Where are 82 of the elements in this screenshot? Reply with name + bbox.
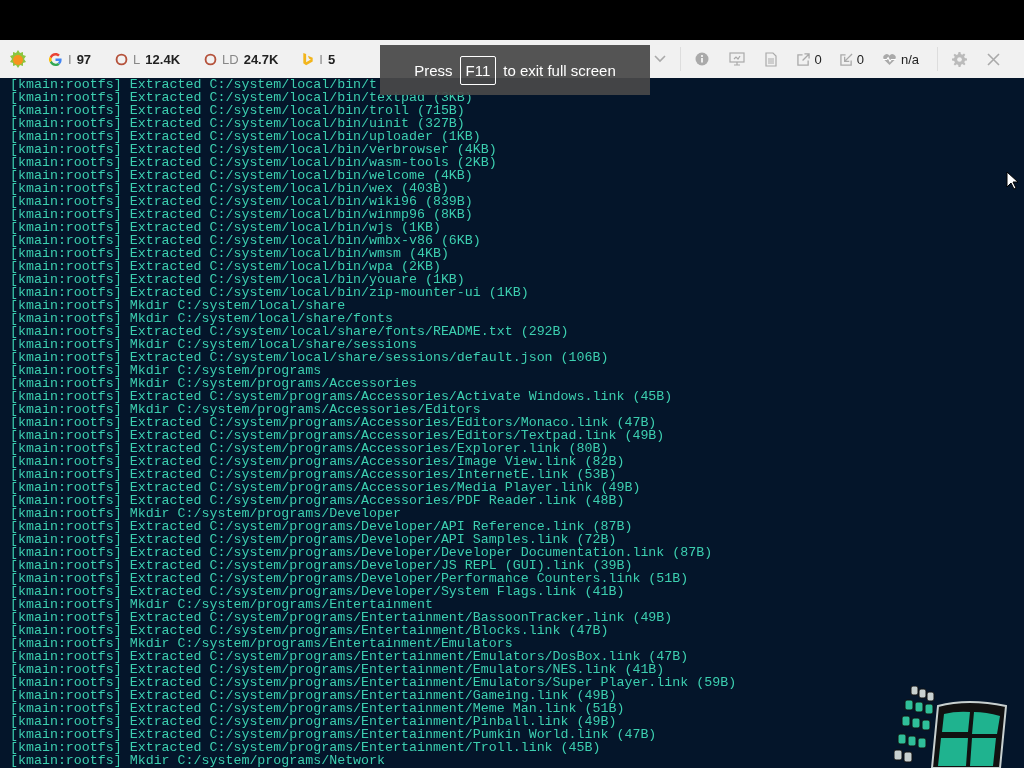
notice-text: Press	[414, 61, 453, 79]
log-line: [kmain:rootfs] Mkdir C:/system/programs/Entertainment/Emulators	[10, 637, 513, 650]
monitor-icon[interactable]	[729, 52, 746, 66]
info-icon[interactable]	[695, 52, 710, 66]
log-line: [kmain:rootfs] Mkdir C:/system/local/share/sessions	[10, 338, 417, 351]
metric-value: 12.4K	[145, 51, 181, 67]
metric-value: 5	[328, 51, 336, 67]
notice-text: to exit full screen	[503, 61, 616, 79]
log-line: [kmain:rootfs] Extracted C:/system/programs/Entertainment/Pumkin World.link (47B)	[10, 728, 657, 741]
log-line: [kmain:rootfs] Extracted C:/system/local/bin/wex (403B)	[10, 182, 449, 195]
log-line: [kmain:rootfs] Mkdir C:/system/programs/Accessories	[10, 377, 417, 390]
log-line: [kmain:rootfs] Extracted C:/system/programs/Entertainment/Emulators/Super Player.link (59B)	[10, 676, 737, 689]
log-line: [kmain:rootfs] Extracted C:/system/programs/Entertainment/Emulators/DosBox.link (47B)	[10, 650, 689, 663]
log-line: [kmain:rootfs] Extracted C:/system/programs/Accessories/Activate Windows.link (45B)	[10, 390, 673, 403]
log-line: [kmain:rootfs] Extracted C:/system/programs/Entertainment/Gameing.link (49B)	[10, 689, 617, 702]
settings-icon[interactable]	[952, 51, 967, 67]
logo-icon[interactable]	[8, 49, 28, 69]
log-line: [kmain:rootfs] Extracted C:/system/local/bin/youare (1KB)	[10, 273, 465, 286]
key-label: F11	[459, 55, 497, 85]
log-line: [kmain:rootfs] Extracted C:/system/local/share/fonts/README.txt (292B)	[10, 325, 569, 338]
log-line: [kmain:rootfs] Extracted C:/system/programs/Accessories/Media Player.link (49B)	[10, 481, 641, 494]
log-line: [kmain:rootfs] Mkdir C:/system/programs/Accessories/Editors	[10, 403, 481, 416]
log-line: [kmain:rootfs] Extracted C:/system/local/share/sessions/default.json (106B)	[10, 351, 609, 364]
log-line: [kmain:rootfs] Extracted C:/system/local/bin/wmbx-v86 (6KB)	[10, 234, 481, 247]
log-line: [kmain:rootfs] Extracted C:/system/programs/Developer/System Flags.link (41B)	[10, 585, 625, 598]
heartbeat-icon[interactable]	[881, 52, 897, 66]
log-line: [kmain:rootfs] Extracted C:/system/programs/Accessories/Explorer.link (80B)	[10, 442, 609, 455]
close-icon[interactable]	[987, 52, 1000, 66]
log-line: [kmain:rootfs] Mkdir C:/system/local/share	[10, 299, 346, 312]
log-line: [kmain:rootfs] Extracted C:/system/programs/Entertainment/BassoonTracker.link (49B)	[10, 611, 673, 624]
log-line: [kmain:rootfs] Extracted C:/system/local/bin/verbrowser (4KB)	[10, 143, 497, 156]
log-line: [kmain:rootfs] Extracted C:/system/programs/Entertainment/Emulators/NES.link (41B)	[10, 663, 665, 676]
log-line: [kmain:rootfs] Extracted C:/system/programs/Entertainment/Pinball.link (49B)	[10, 715, 617, 728]
log-line: [kmain:rootfs] Extracted C:/system/programs/Developer/JS REPL (GUI).link (39B)	[10, 559, 633, 572]
log-line: [kmain:rootfs] Extracted C:/system/local/bin/welcome (4KB)	[10, 169, 473, 182]
metric-label: L	[133, 51, 141, 67]
log-line: [kmain:rootfs] Extracted C:/system/programs/Developer/Performance Counters.link (51B)	[10, 572, 689, 585]
log-line: [kmain:rootfs] Extracted C:/system/programs/Developer/Developer Documentation.link (87B)	[10, 546, 713, 559]
log-line: [kmain:rootfs] Mkdir C:/system/programs/Entertainment	[10, 598, 433, 611]
metric-label: I	[319, 51, 323, 67]
log-line: [kmain:rootfs] Mkdir C:/system/programs	[10, 364, 322, 377]
log-line: [kmain:rootfs] Extracted C:/system/programs/Entertainment/Blocks.link (47B)	[10, 624, 609, 637]
log-line: [kmain:rootfs] Extracted C:/system/programs/Accessories/Editors/Monaco.link (47B)	[10, 416, 657, 429]
log-line: [kmain:rootfs] Extracted C:/system/programs/Accessories/Image View.link (82B)	[10, 455, 625, 468]
ring-icon	[204, 52, 218, 66]
log-line: [kmain:rootfs] Extracted C:/system/local/bin/uinit (327B)	[10, 117, 465, 130]
log-line: [kmain:rootfs] Extracted C:/system/local/bin/uploader (1KB)	[10, 130, 481, 143]
log-line: [kmain:rootfs] Extracted C:/system/local/bin/wpa (2KB)	[10, 260, 441, 273]
log-line: [kmain:rootfs] Extracted C:/system/programs/Accessories/Editors/Textpad.link (49B)	[10, 429, 665, 442]
metric-label: LD	[222, 51, 239, 67]
chevron-down-icon[interactable]	[654, 55, 667, 63]
document-icon[interactable]	[765, 51, 778, 67]
external-link-icon[interactable]	[797, 52, 811, 66]
log-line: [kmain:rootfs] Extracted C:/system/local/bin/wjs (1KB)	[10, 221, 441, 234]
log-line: [kmain:rootfs] Extracted C:/system/programs/Accessories/InternetE.link (53B)	[10, 468, 617, 481]
google-g-icon	[48, 51, 63, 67]
metric-label: I	[68, 51, 72, 67]
log-line: [kmain:rootfs] Extracted C:/system/programs/Accessories/PDF Reader.link (48B)	[10, 494, 625, 507]
log-line: [kmain:rootfs] Extracted C:/system/local/bin/troll (715B)	[10, 104, 465, 117]
import-icon[interactable]	[839, 52, 853, 66]
ring-icon	[115, 52, 129, 66]
log-line: [kmain:rootfs] Extracted C:/system/local/bin/wiki96 (839B)	[10, 195, 473, 208]
log-line: [kmain:rootfs] Mkdir C:/system/programs/Developer	[10, 507, 401, 520]
log-line: [kmain:rootfs] Extracted C:/system/local/bin/wmsm (4KB)	[10, 247, 449, 260]
log-line: [kmain:rootfs] Extracted C:/system/programs/Entertainment/Meme Man.link (51B)	[10, 702, 625, 715]
bing-icon	[302, 51, 315, 67]
metric-value: 97	[76, 51, 92, 67]
stat-value: 0	[856, 51, 864, 67]
stat-value: 0	[814, 51, 822, 67]
log-line: [kmain:rootfs] Mkdir C:/system/local/share/fonts	[10, 312, 393, 325]
log-line: [kmain:rootfs] Extracted C:/system/programs/Developer/API Reference.link (87B)	[10, 520, 633, 533]
log-line: [kmain:rootfs] Extracted C:/system/local/bin/winmp96 (8KB)	[10, 208, 473, 221]
log-line: [kmain:rootfs] Extracted C:/system/programs/Entertainment/Troll.link (45B)	[10, 741, 601, 754]
log-line: [kmain:rootfs] Extracted C:/system/programs/Developer/API Samples.link (72B)	[10, 533, 617, 546]
metric-value: 24.7K	[243, 51, 279, 67]
stat-value: n/a	[900, 51, 919, 67]
log-line: [kmain:rootfs] Extracted C:/system/local/bin/zip-mounter-ui (1KB)	[10, 286, 529, 299]
log-line: [kmain:rootfs] Extracted C:/system/local/bin/textpad (3KB)	[10, 91, 473, 104]
cursor-icon	[1006, 171, 1018, 191]
log-line: [kmain:rootfs] Extracted C:/system/local/bin/wasm-tools (2KB)	[10, 156, 497, 169]
log-line: [kmain:rootfs] Extracted C:/system/local/bin/t	[10, 78, 378, 91]
log-line: [kmain:rootfs] Mkdir C:/system/programs/Network	[10, 754, 386, 767]
